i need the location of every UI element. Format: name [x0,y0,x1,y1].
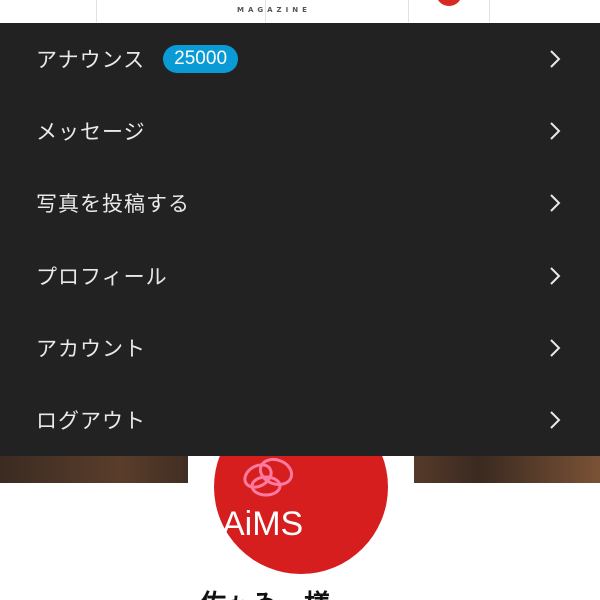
chevron-right-icon [550,266,561,285]
menu-item-label: メッセージ [36,120,146,145]
menu-item-profile[interactable]: プロフィール [0,240,600,312]
menu-item-label: アナウンス [36,48,146,73]
menu-item-post-photo[interactable]: 写真を投稿する [0,167,600,239]
menu-item-label: アカウント [36,336,146,361]
menu-item-label: 写真を投稿する [36,192,190,217]
chevron-right-icon [550,339,561,357]
profile-name: 佐ゎゐ一様 [200,584,330,600]
menu-item-account[interactable]: アカウント [0,312,600,384]
menu-item-messages[interactable]: メッセージ [0,95,600,167]
logo-container[interactable]: MAGAZINE [96,0,307,22]
chevron-right-icon [550,122,561,140]
avatar-text: AiMS [222,505,304,543]
flower-logo-icon [243,457,294,497]
dropdown-menu: アナウンス 25000 メッセージ 写真を投稿する プロフィール アカウント ロ… [0,23,600,456]
chevron-right-icon [550,50,561,68]
menu-item-label: ログアウト [36,409,146,434]
logo-text: MAGAZINE [237,6,311,14]
chevron-right-icon [550,194,561,213]
notification-badge: 25000 [163,45,239,74]
menu-item-logout[interactable]: ログアウト [0,384,600,456]
menu-item-announce[interactable]: アナウンス 25000 [0,23,600,95]
chevron-right-icon [550,411,561,429]
menu-item-label: プロフィール [36,264,168,289]
